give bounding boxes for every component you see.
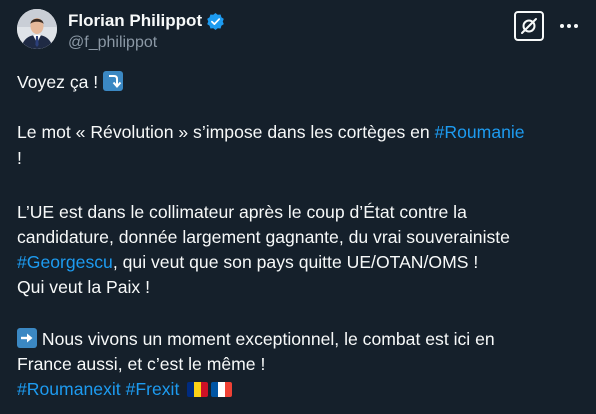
verified-badge-icon bbox=[207, 12, 224, 30]
tweet-text-segment: L’UE est dans le collimateur après le co… bbox=[17, 202, 467, 222]
tweet-line: candidature, donnée largement gagnante, … bbox=[17, 225, 510, 250]
tweet-text-segment: candidature, donnée largement gagnante, … bbox=[17, 227, 510, 247]
author-display-name[interactable]: Florian Philippot bbox=[68, 10, 202, 32]
more-dot bbox=[567, 24, 571, 28]
flag-romania-icon bbox=[187, 382, 209, 397]
tweet-text-segment: Le mot « Révolution » s’impose dans les … bbox=[17, 122, 435, 142]
more-options-icon bbox=[560, 24, 564, 28]
avatar[interactable] bbox=[17, 9, 57, 49]
tweet-line: Le mot « Révolution » s’impose dans les … bbox=[17, 120, 525, 145]
more-dot bbox=[574, 24, 578, 28]
tweet-line: ! bbox=[17, 146, 22, 171]
arrow-right-icon bbox=[17, 328, 37, 348]
tweet-text-segment: Nous vivons un moment exceptionnel, le c… bbox=[37, 329, 495, 349]
tweet-text-segment: France aussi, et c’est le même ! bbox=[17, 354, 266, 374]
tweet-line: #Roumanexit #Frexit bbox=[17, 377, 233, 402]
arrow-turn-down-icon bbox=[103, 71, 124, 91]
hashtag-roumanexit-link[interactable]: #Roumanexit bbox=[17, 379, 121, 399]
tweet-line: Voyez ça ! bbox=[17, 70, 124, 95]
hashtag-frexit-link[interactable]: #Frexit bbox=[126, 379, 180, 399]
tweet: Florian Philippot @f_philippot Voyez ça … bbox=[0, 0, 596, 414]
author-name-row: Florian Philippot bbox=[68, 10, 225, 32]
tweet-line: Qui veut la Paix ! bbox=[17, 275, 150, 300]
author-handle[interactable]: @f_philippot bbox=[68, 33, 157, 53]
tweet-line: L’UE est dans le collimateur après le co… bbox=[17, 200, 467, 225]
tweet-text-segment: , qui veut que son pays quitte UE/OTAN/O… bbox=[112, 252, 479, 272]
flag-france-icon bbox=[211, 382, 233, 397]
tweet-line: Nous vivons un moment exceptionnel, le c… bbox=[17, 327, 495, 352]
tweet-text-segment: Voyez ça ! bbox=[17, 72, 104, 92]
hashtag-georgescu-link[interactable]: #Georgescu bbox=[17, 252, 113, 272]
grok-icon bbox=[521, 18, 537, 34]
tweet-text-segment: ! bbox=[17, 148, 22, 168]
tweet-text-segment: Qui veut la Paix ! bbox=[17, 277, 150, 297]
tweet-line: #Georgescu, qui veut que son pays quitte… bbox=[17, 250, 478, 275]
tweet-line: France aussi, et c’est le même ! bbox=[17, 352, 265, 377]
hashtag-roumanie-link[interactable]: #Roumanie bbox=[435, 122, 525, 142]
more-options-button[interactable] bbox=[556, 14, 582, 38]
grok-button[interactable] bbox=[514, 11, 544, 41]
